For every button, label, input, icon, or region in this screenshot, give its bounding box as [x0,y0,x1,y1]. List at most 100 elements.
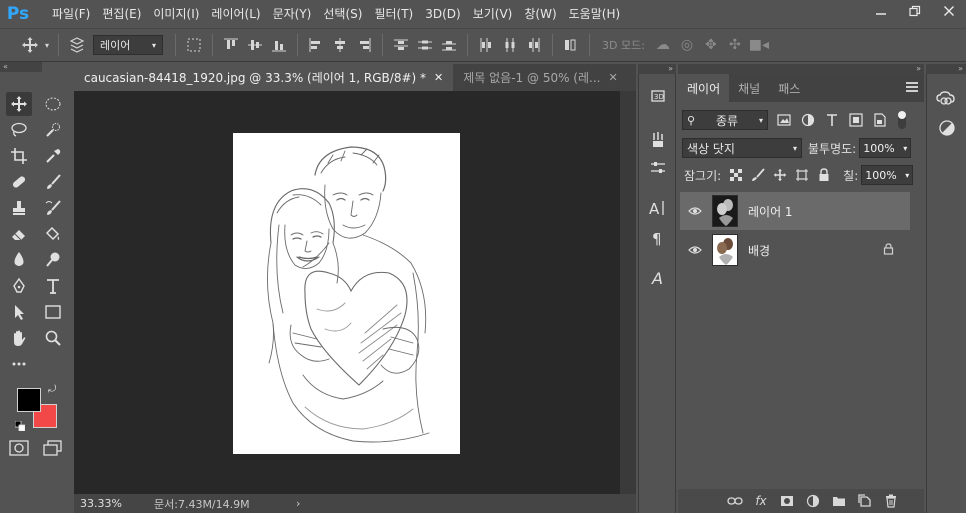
quick-selection-tool[interactable] [40,118,66,142]
menu-select[interactable]: 선택(S) [317,0,368,28]
collapse-arrows[interactable]: » [926,64,966,74]
paint-bucket-tool[interactable] [40,222,66,246]
libraries-panel-icon[interactable] [934,88,960,112]
chevron-down-icon[interactable]: ▾ [905,171,909,180]
elliptical-marquee-tool[interactable] [40,92,66,116]
history-brush-tool[interactable] [40,196,66,220]
menu-3d[interactable]: 3D(D) [419,0,466,28]
opacity-input[interactable]: 100% ▾ [859,138,912,158]
menu-image[interactable]: 이미지(I) [147,0,205,28]
align-right-icon[interactable] [352,33,376,57]
filter-toggle-switch[interactable] [898,111,906,129]
3d-panel-icon[interactable]: 3D [645,84,671,108]
menu-filter[interactable]: 필터(T) [368,0,419,28]
clone-stamp-tool[interactable] [6,196,32,220]
menu-edit[interactable]: 편집(E) [96,0,147,28]
blur-tool[interactable] [6,248,32,272]
lock-transparent-pixels-icon[interactable] [725,165,747,185]
lock-position-icon[interactable] [769,165,791,185]
distribute-hcenter-icon[interactable] [498,33,522,57]
document-canvas[interactable] [233,133,460,454]
roll-3d-icon[interactable]: ◎ [675,33,699,57]
layer-style-fx-icon[interactable]: fx [748,494,774,508]
close-icon[interactable] [932,0,966,22]
dodge-tool[interactable] [40,248,66,272]
new-layer-icon[interactable] [852,494,878,508]
menu-layer[interactable]: 레이어(L) [205,0,266,28]
collapse-arrows[interactable]: » [678,64,924,74]
close-icon[interactable]: ✕ [608,71,617,84]
chevron-down-icon[interactable]: ▾ [903,144,907,153]
zoom-tool[interactable] [40,326,66,350]
slide-3d-icon[interactable]: ✣ [723,33,747,57]
tab-document-1[interactable]: caucasian-84418_1920.jpg @ 33.3% (레이어 1,… [74,64,454,91]
distribute-left-icon[interactable] [474,33,498,57]
eye-icon[interactable] [684,206,706,216]
canvas-area[interactable] [74,91,620,494]
collapse-arrows[interactable]: » [638,64,676,74]
blend-mode-dropdown[interactable]: 색상 닷지 ▾ [682,138,802,158]
filter-pixel-icon[interactable] [772,110,796,130]
swap-colors-icon[interactable]: ⤾ [48,384,56,395]
adjustments-panel-icon[interactable] [934,116,960,140]
distribute-vcenter-icon[interactable] [413,33,437,57]
spot-healing-brush-tool[interactable] [6,170,32,194]
layer-row[interactable]: 레이어 1 [680,192,910,230]
align-left-icon[interactable] [304,33,328,57]
glyphs-panel-icon[interactable]: A [645,266,671,290]
rectangle-tool[interactable] [40,300,66,324]
align-hcenter-icon[interactable] [328,33,352,57]
brushes-panel-icon[interactable] [645,128,671,152]
panel-menu-icon[interactable] [906,82,918,92]
trash-icon[interactable] [878,494,904,508]
rotate-3d-icon[interactable]: ☁ [651,33,675,57]
filter-kind-dropdown[interactable]: ⚲ 종류 ▾ [682,110,768,130]
screen-mode-icon[interactable] [40,436,66,460]
fill-input[interactable]: 100% ▾ [861,165,914,185]
transform-controls-icon[interactable] [182,33,206,57]
foreground-color-swatch[interactable] [17,388,41,412]
distribute-right-icon[interactable] [522,33,546,57]
tab-document-2[interactable]: 제목 없음-1 @ 50% (레... ✕ [453,64,627,91]
auto-select-dropdown[interactable]: 레이어 ▾ [93,35,163,55]
character-panel-icon[interactable]: A [645,196,671,220]
pen-tool[interactable] [6,274,32,298]
distribute-bottom-icon[interactable] [437,33,461,57]
menu-help[interactable]: 도움말(H) [563,0,627,28]
lock-icon[interactable] [883,242,894,258]
hand-tool[interactable] [6,326,32,350]
minimize-icon[interactable] [864,0,898,22]
filter-adjustment-icon[interactable] [796,110,820,130]
new-adjustment-layer-icon[interactable] [800,494,826,508]
status-menu-arrow-icon[interactable]: › [296,497,300,510]
tab-paths[interactable]: 패스 [769,74,809,102]
move-tool[interactable] [6,92,32,116]
brush-tool[interactable] [40,170,66,194]
add-mask-icon[interactable] [774,495,800,507]
adjustment-panel-icon[interactable] [645,156,671,180]
align-vcenter-icon[interactable] [243,33,267,57]
eraser-tool[interactable] [6,222,32,246]
scale-3d-icon[interactable]: ■◂ [747,33,771,57]
align-top-icon[interactable] [219,33,243,57]
auto-select-checkbox[interactable] [65,33,89,57]
lasso-tool[interactable] [6,118,32,142]
eyedropper-tool[interactable] [40,144,66,168]
quick-mask-icon[interactable] [6,436,32,460]
dropdown-arrow-icon[interactable]: ▾ [42,33,52,57]
align-bottom-icon[interactable] [267,33,291,57]
eye-icon[interactable] [684,245,706,255]
filter-type-icon[interactable] [820,110,844,130]
drag-3d-icon[interactable]: ✥ [699,33,723,57]
link-layers-icon[interactable] [722,496,748,506]
filter-smart-object-icon[interactable] [868,110,892,130]
tab-channels[interactable]: 채널 [729,74,769,102]
default-colors-icon[interactable] [14,420,26,432]
filter-shape-icon[interactable] [844,110,868,130]
more-tools-icon[interactable] [6,352,32,376]
menu-window[interactable]: 창(W) [518,0,562,28]
tab-layers[interactable]: 레이어 [678,74,730,102]
distribute-top-icon[interactable] [389,33,413,57]
restore-icon[interactable] [898,0,932,22]
auto-align-icon[interactable] [559,33,583,57]
